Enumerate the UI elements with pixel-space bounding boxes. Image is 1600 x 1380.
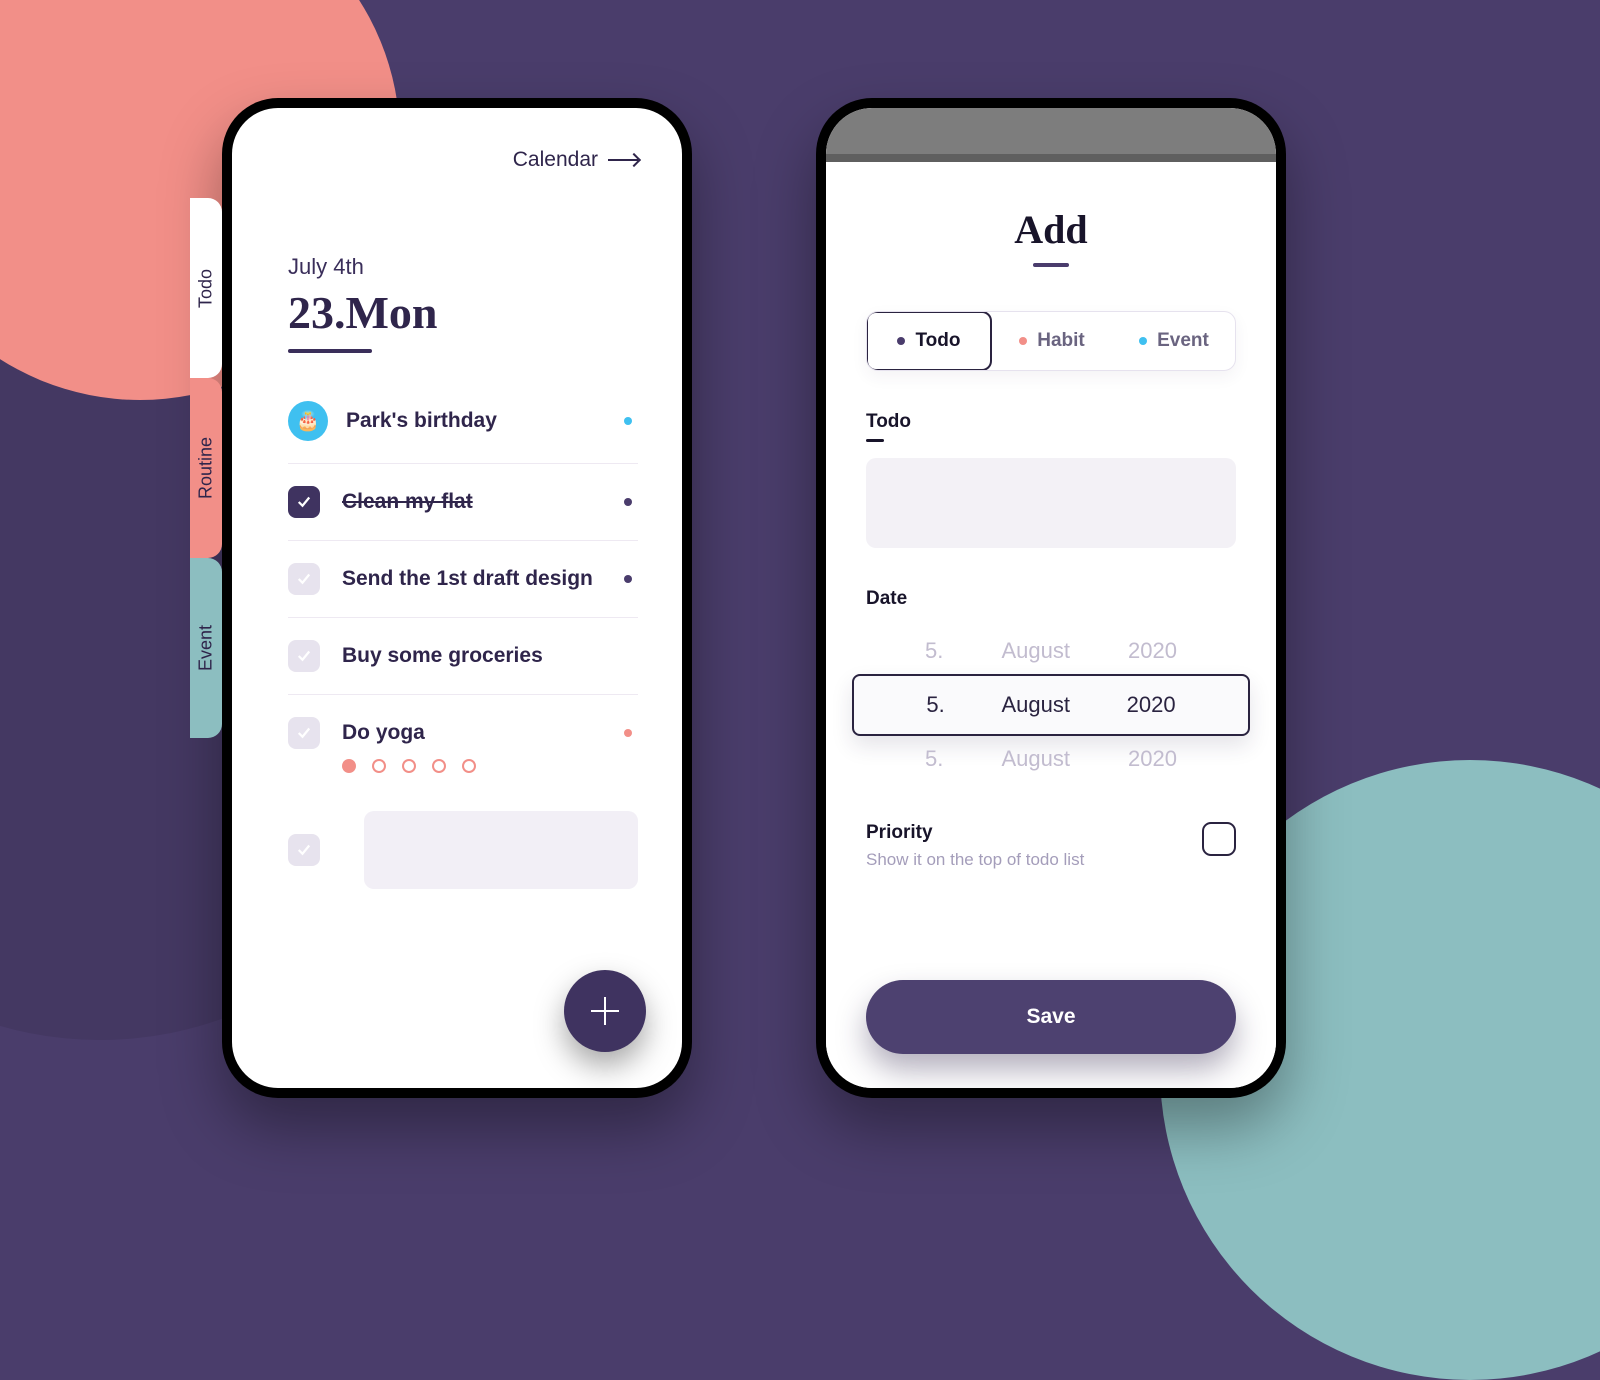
item-text: Clean my flat bbox=[342, 490, 473, 514]
list-item[interactable]: Clean my flat bbox=[288, 464, 638, 541]
add-button[interactable] bbox=[564, 970, 646, 1052]
type-dot-icon bbox=[1139, 337, 1147, 345]
side-tab-todo[interactable]: Todo bbox=[190, 198, 222, 378]
check-icon bbox=[295, 570, 313, 588]
type-dot-icon bbox=[897, 337, 905, 345]
category-dot bbox=[624, 417, 632, 425]
field-label-date: Date bbox=[866, 588, 1236, 610]
type-dot-icon bbox=[1019, 337, 1027, 345]
type-option-habit[interactable]: Habit bbox=[991, 312, 1113, 370]
type-selector: Todo Habit Event bbox=[866, 311, 1236, 371]
field-label-todo: Todo bbox=[866, 411, 1236, 433]
streak-dot bbox=[372, 759, 386, 773]
new-item-placeholder[interactable] bbox=[288, 791, 638, 909]
type-option-todo[interactable]: Todo bbox=[866, 311, 992, 371]
title-underline bbox=[288, 349, 372, 353]
side-tabs: Todo Routine Event bbox=[190, 198, 222, 738]
item-text: Park's birthday bbox=[346, 409, 497, 433]
type-label: Todo bbox=[915, 330, 960, 352]
title-underline bbox=[1033, 263, 1069, 267]
item-text: Do yoga bbox=[342, 721, 425, 745]
habit-streak bbox=[288, 759, 638, 791]
streak-dot bbox=[462, 759, 476, 773]
category-dot bbox=[624, 575, 632, 583]
priority-checkbox[interactable] bbox=[1202, 822, 1236, 856]
list-item[interactable]: Buy some groceries bbox=[288, 618, 638, 695]
birthday-icon: 🎂 bbox=[288, 401, 328, 441]
picker-month: August bbox=[1001, 692, 1070, 718]
picker-day: 5. bbox=[925, 746, 943, 772]
picker-day: 5. bbox=[926, 692, 944, 718]
field-label-priority: Priority bbox=[866, 822, 1084, 844]
checkbox-checked[interactable] bbox=[288, 486, 320, 518]
side-tab-event[interactable]: Event bbox=[190, 558, 222, 738]
checkbox[interactable] bbox=[288, 717, 320, 749]
phone-todo: Todo Routine Event Calendar July 4th 23.… bbox=[222, 98, 692, 1098]
priority-subtitle: Show it on the top of todo list bbox=[866, 850, 1084, 870]
streak-dot bbox=[432, 759, 446, 773]
list-item[interactable]: 🎂 Park's birthday bbox=[288, 379, 638, 464]
page-title: Add bbox=[866, 206, 1236, 253]
list-item[interactable]: Send the 1st draft design bbox=[288, 541, 638, 618]
date-subtitle: July 4th bbox=[288, 254, 638, 280]
check-icon bbox=[295, 647, 313, 665]
list-item[interactable]: Do yoga bbox=[288, 695, 638, 759]
picker-year: 2020 bbox=[1127, 692, 1176, 718]
picker-year: 2020 bbox=[1128, 746, 1177, 772]
check-icon bbox=[295, 724, 313, 742]
streak-dot-filled bbox=[342, 759, 356, 773]
save-button-label: Save bbox=[1026, 1005, 1075, 1029]
type-label: Habit bbox=[1037, 330, 1085, 352]
picker-row-prev[interactable]: 5. August 2020 bbox=[866, 628, 1236, 674]
sheet-backdrop bbox=[826, 108, 1276, 162]
side-tab-routine[interactable]: Routine bbox=[190, 378, 222, 558]
checkbox[interactable] bbox=[288, 640, 320, 672]
picker-day: 5. bbox=[925, 638, 943, 664]
phone-add: Add Todo Habit Event Todo Date bbox=[816, 98, 1286, 1098]
todo-input[interactable] bbox=[866, 458, 1236, 548]
todo-list: 🎂 Park's birthday Clean my flat Send the bbox=[288, 379, 638, 909]
placeholder-box bbox=[364, 811, 638, 889]
type-label: Event bbox=[1157, 330, 1209, 352]
calendar-link[interactable]: Calendar bbox=[513, 148, 638, 172]
field-underline bbox=[866, 439, 884, 442]
type-option-event[interactable]: Event bbox=[1113, 312, 1235, 370]
item-text: Send the 1st draft design bbox=[342, 567, 593, 591]
picker-year: 2020 bbox=[1128, 638, 1177, 664]
date-title: 23.Mon bbox=[288, 286, 638, 339]
streak-dot bbox=[402, 759, 416, 773]
date-picker[interactable]: 5. August 2020 5. August 2020 5. August … bbox=[866, 628, 1236, 778]
picker-month: August bbox=[1001, 746, 1070, 772]
calendar-link-label: Calendar bbox=[513, 148, 598, 172]
checkbox[interactable] bbox=[288, 563, 320, 595]
picker-row-next[interactable]: 5. August 2020 bbox=[866, 736, 1236, 782]
save-button[interactable]: Save bbox=[866, 980, 1236, 1054]
check-icon bbox=[295, 841, 313, 859]
check-icon bbox=[295, 493, 313, 511]
picker-row-selected[interactable]: 5. August 2020 bbox=[852, 674, 1250, 736]
arrow-right-icon bbox=[608, 159, 638, 161]
checkbox[interactable] bbox=[288, 834, 320, 866]
category-dot bbox=[624, 729, 632, 737]
picker-month: August bbox=[1001, 638, 1070, 664]
category-dot bbox=[624, 498, 632, 506]
item-text: Buy some groceries bbox=[342, 644, 543, 668]
